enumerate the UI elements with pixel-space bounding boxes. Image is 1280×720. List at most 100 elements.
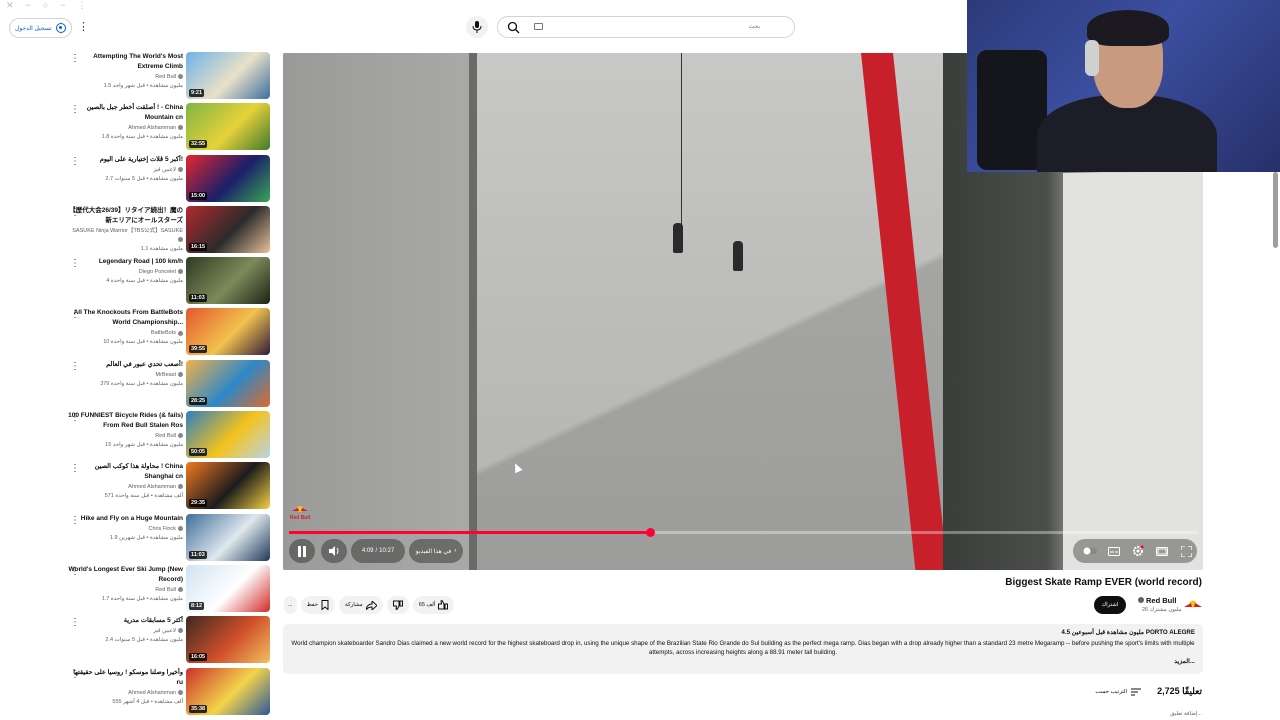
recommendation-item[interactable]: ⋮ World's Longest Ever Ski Jump (New Reco… [64,564,274,616]
sign-in-button[interactable]: تسجيل الدخول [9,18,72,38]
recommendation-stats: 2.4 مليون مشاهدة • قبل 5 سنوات [105,637,183,644]
recommendation-stats: 379 مليون مشاهدة • قبل سنة واحدة [100,380,183,387]
recommendation-channel: Ahmed Alshamman [68,689,183,698]
time-separator: / [375,548,378,554]
recommendation-item[interactable]: ⋮ أكبر 5 ڤلات إختيارية على اليوم! لاعبين ڤ… [64,154,274,206]
recommendation-item[interactable]: ⋮ 【歴代大会26/39】リタイア続出！魔の新エリアにオールスターズ SASUKE … [64,205,274,257]
recommendation-channel-name: Ahmed Alshamman [128,484,176,491]
sort-comments-button[interactable]: الترتيب حسب [1095,688,1142,696]
subscribe-button[interactable]: اشتراك [1094,596,1126,614]
volume-icon [328,546,338,556]
show-more-link[interactable]: المزيد... [291,657,1195,666]
volume-button[interactable] [321,539,347,563]
recommendation-title: 【歴代大会26/39】リタイア続出！魔の新エリアにオールスターズ [69,206,183,224]
duration-badge: 11:03 [189,294,207,303]
recommendation-channel-name: Ahmed Alshamman [128,125,176,132]
description-box[interactable]: 4.5 مليون مشاهدة قبل أسبوعين PORTO ALEGR… [283,624,1203,674]
save-button[interactable]: حفظ [300,596,335,614]
channel-avatar[interactable] [1183,597,1203,613]
verified-icon [178,484,183,490]
recommendation-thumbnail[interactable]: 35:38 [186,667,270,715]
share-button[interactable]: مشاركة [339,596,383,614]
settings-button[interactable] [1131,544,1145,558]
recommendation-item[interactable]: ⋮ Hike and Fly on a Huge Mountain Chris Fi… [64,513,274,565]
verified-icon [178,689,183,695]
duration-badge: 16:15 [189,242,208,251]
more-actions-button[interactable]: ... [284,596,297,614]
recommendation-meta: أكثر 5 مسابقات مدرية لاعبين ڤيز 2.4 مليون … [68,616,183,645]
recommendation-thumbnail[interactable]: 11:03 [186,513,270,561]
recommendation-thumbnail[interactable]: 8:12 [186,564,270,612]
recommendation-thumbnail[interactable]: 15:00 [186,154,270,202]
dislike-button[interactable] [386,596,409,614]
recommendation-thumbnail[interactable]: 29:35 [186,462,270,510]
recommendation-stats: 571 ألف مشاهدة • قبل سنة واحدة [104,493,183,500]
recommendation-thumbnail[interactable]: 11:03 [186,257,270,305]
duration-badge: 35:38 [189,704,208,713]
recommendation-item[interactable]: ⋮ وأخيرا وصلنا موسكو ! روسيا على حقيقتها … [64,667,274,719]
settings-menu-icon[interactable]: ⋮ [78,20,89,33]
comments-header: الترتيب حسب تعليقًا 2,725 [1095,686,1202,697]
recommendation-title: وأخيرا وصلنا موسكو ! روسيا على حقيقتها r… [73,668,183,686]
channel-name[interactable]: Red Bull [1138,596,1176,605]
progress-bar[interactable] [289,528,1197,537]
recommendation-channel: SASUKE Ninja Warrior【TBS公式】SASUKE [68,227,183,245]
verified-icon [178,371,183,377]
recommendation-item[interactable]: ⋮ All The Knockouts From BattleBots World… [64,308,274,359]
progress-scrubber[interactable] [645,528,655,537]
recommendation-stats: 2.7 مليون مشاهدة • قبل 5 سنوات [105,175,183,182]
voice-search-button[interactable] [466,16,488,38]
recommendation-thumbnail[interactable]: 9:21 [186,52,270,99]
recommendation-item[interactable]: ⋮ أكثر 5 مسابقات مدرية لاعبين ڤيز 2.4 مليون… [64,616,274,667]
time-display: 4:09 / 10:27 [351,539,405,563]
recommendation-stats: 1.7 مليون مشاهدة • قبل سنة واحدة [101,595,183,602]
recommendation-item[interactable]: ⋮ Attempting The World's Most Extreme Cli… [64,52,274,103]
window-controls: ✕ − ○ − ⋮ [6,0,87,10]
channel-watermark[interactable]: Red Bull [289,505,311,521]
recommendation-title: أكبر 5 ڤلات إختيارية على اليوم! [99,155,183,163]
add-comment-input[interactable]: إضافة تعليق... [1170,711,1202,717]
like-button[interactable]: 65 ألف [412,596,455,614]
video-frame-person [733,241,743,271]
recommendation-channel: لاعبين ڤيز [68,166,183,175]
recommendation-channel: MrBeast [68,371,183,380]
search-icon[interactable] [507,21,520,34]
recommendation-thumbnail[interactable]: 50:05 [186,411,270,459]
recommendation-thumbnail[interactable]: 28:25 [186,359,270,407]
recommendation-stats: 1.1 مليون مشاهدة [140,245,183,252]
recommendation-meta: أصعب تحدي عبور في العالم! MrBeast 379 مليو… [68,360,183,389]
recommendation-meta: وأخيرا وصلنا موسكو ! روسيا على حقيقتها r… [68,668,183,707]
recommendation-item[interactable]: ⋮ محاولة هذا كوكب الصين ! China Shanghai … [64,462,274,513]
recommendation-item[interactable]: ⋮ Legendary Road | 100 km/h Diego Poncelet… [64,257,274,308]
duration-badge: 28:25 [189,396,208,405]
theater-mode-button[interactable] [1155,544,1169,558]
recommendation-channel: Red Bull [68,432,183,441]
recommendation-thumbnail[interactable]: 39:55 [186,308,270,356]
video-title: Biggest Skate Ramp EVER (world record) [1005,577,1202,588]
recommendation-item[interactable]: ⋮ 100 FUNNIEST Bicycle Rides (& fails) Fr… [64,411,274,462]
search-bar [497,16,795,38]
search-input[interactable] [558,23,762,31]
duration-badge: 29:35 [189,499,208,508]
bull-logo-icon [1184,600,1202,608]
recommendation-thumbnail[interactable]: 32:55 [186,103,270,151]
duration-badge: 8:12 [189,601,205,610]
recommendation-item[interactable]: ⋮ أصلقت أخطر جبل بالصين ! - China Mountai… [64,103,274,154]
headset-icon [1085,40,1099,76]
recommendation-meta: أصلقت أخطر جبل بالصين ! - China Mountain… [68,103,183,142]
autoplay-toggle[interactable] [1083,544,1097,558]
subtitles-button[interactable] [1107,544,1121,558]
duration-badge: 15:00 [189,191,208,200]
total-time: 10:27 [379,548,395,554]
recommendation-item[interactable]: ⋮ أصعب تحدي عبور في العالم! MrBeast 379 ملي… [64,359,274,411]
recommendation-thumbnail[interactable]: 16:05 [186,616,270,664]
chapter-button[interactable]: في هذا الفيديو › [409,539,463,563]
page-scrollbar[interactable] [1273,172,1278,248]
pause-button[interactable] [289,539,315,563]
subtitles-icon [1108,546,1120,556]
fullscreen-button[interactable] [1179,544,1193,558]
verified-icon [178,166,183,172]
duration-badge: 16:05 [189,653,208,662]
keyboard-icon[interactable] [534,23,543,30]
recommendation-thumbnail[interactable]: 16:15 [186,205,270,253]
